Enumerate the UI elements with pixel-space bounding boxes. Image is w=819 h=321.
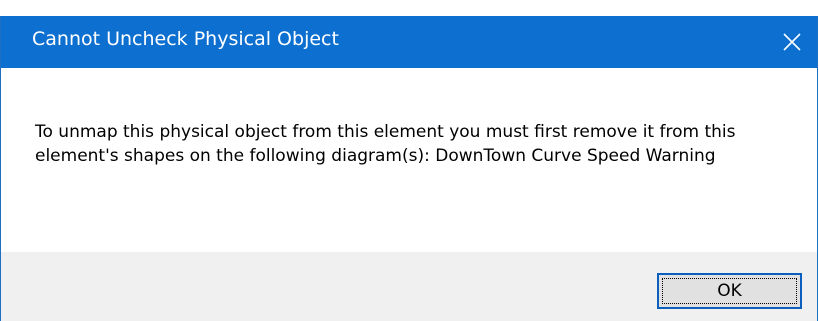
ok-button[interactable]: OK — [657, 273, 802, 309]
dialog-content: To unmap this physical object from this … — [1, 68, 817, 252]
dialog-message: To unmap this physical object from this … — [35, 122, 736, 166]
close-button[interactable] — [767, 16, 817, 68]
dialog-footer: OK — [1, 252, 817, 321]
dialog-title: Cannot Uncheck Physical Object — [32, 28, 339, 50]
ok-button-label: OK — [717, 281, 742, 301]
dialog-titlebar: Cannot Uncheck Physical Object — [1, 16, 817, 68]
close-icon — [783, 33, 801, 51]
message-dialog: Cannot Uncheck Physical Object To unmap … — [0, 16, 818, 321]
background-window-strip — [0, 0, 819, 16]
